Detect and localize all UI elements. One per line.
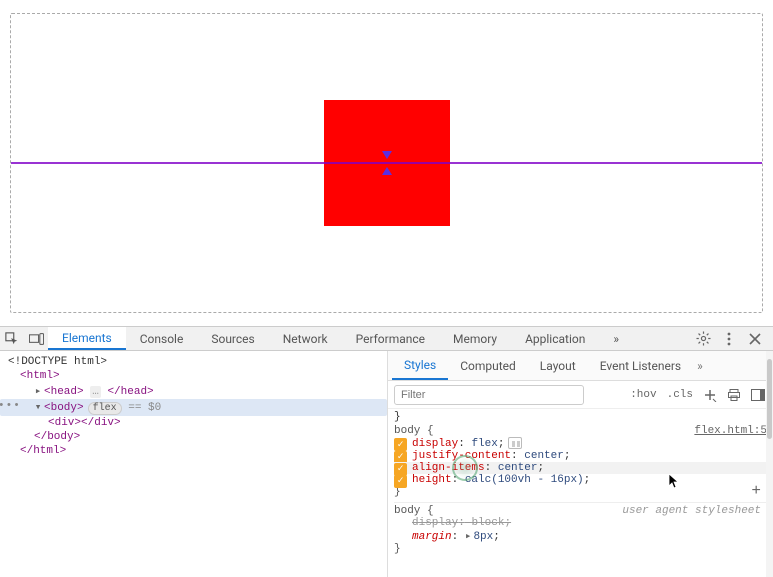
- settings-button[interactable]: [691, 327, 715, 351]
- kebab-menu-button[interactable]: [717, 327, 741, 351]
- tree-expand-head-icon[interactable]: ▸: [34, 384, 42, 398]
- tab-network[interactable]: Network: [269, 327, 342, 350]
- print-icon: [727, 388, 741, 402]
- flex-axis-overlay: [11, 162, 762, 164]
- inspect-icon: [5, 332, 19, 346]
- flex-align-arrow-down-icon: [382, 151, 392, 161]
- user-agent-label: user agent stylesheet: [622, 505, 761, 517]
- tab-application[interactable]: Application: [511, 327, 599, 350]
- close-icon: [749, 333, 761, 345]
- new-style-rule-button[interactable]: [701, 386, 719, 404]
- selected-node-indicator: == $0: [128, 402, 161, 414]
- devtools-main-tabbar: Elements Console Sources Network Perform…: [0, 326, 773, 351]
- prop-margin-ua: margin: ▸8px;: [394, 529, 767, 543]
- tree-html-close[interactable]: </html>: [0, 444, 387, 458]
- device-toolbar-button[interactable]: [24, 327, 48, 351]
- tab-elements[interactable]: Elements: [48, 327, 126, 350]
- close-devtools-button[interactable]: [743, 327, 767, 351]
- styles-filter-input[interactable]: [394, 385, 584, 405]
- elements-subtabs: Styles Computed Layout Event Listeners »: [388, 351, 773, 381]
- lower-split: <!DOCTYPE html> <html> ▸<head> … </head>…: [0, 351, 773, 577]
- subtab-computed[interactable]: Computed: [448, 351, 528, 380]
- subtab-event-listeners[interactable]: Event Listeners: [588, 351, 693, 380]
- scrollbar-thumb[interactable]: [767, 359, 772, 439]
- inspect-element-button[interactable]: [0, 327, 24, 351]
- add-property-button[interactable]: +: [751, 482, 761, 500]
- prop-align-items[interactable]: ✓align-items: center;: [394, 462, 767, 474]
- prop-height[interactable]: ✓height: calc(100vh - 16px);: [394, 474, 767, 486]
- subtab-more-chevron[interactable]: »: [693, 359, 707, 373]
- toggle-cls-button[interactable]: .cls: [665, 389, 695, 401]
- dom-tree[interactable]: <!DOCTYPE html> <html> ▸<head> … </head>…: [0, 351, 388, 577]
- tree-div[interactable]: <div></div>: [0, 416, 387, 430]
- main-tabs: Elements Console Sources Network Perform…: [48, 327, 633, 350]
- prop-display[interactable]: ✓display: flex;: [394, 437, 767, 450]
- tree-expand-body-icon[interactable]: ▾: [34, 400, 42, 414]
- styles-rules: } body { flex.html:5 ✓display: flex; ✓ju…: [388, 409, 773, 577]
- flex-badge[interactable]: flex: [88, 402, 122, 415]
- toggle-sidebar-button[interactable]: [749, 386, 767, 404]
- prop-display-ua: display: block;: [394, 517, 767, 529]
- tab-sources[interactable]: Sources: [197, 327, 268, 350]
- shorthand-expand-icon[interactable]: ▸: [465, 531, 472, 543]
- kebab-icon: [727, 332, 731, 346]
- subtab-styles[interactable]: Styles: [392, 351, 448, 380]
- prop-justify-content[interactable]: ✓justify-content: center;: [394, 450, 767, 462]
- gear-icon: [696, 331, 711, 346]
- rule-selector: body: [394, 505, 420, 517]
- selection-dots-icon: •••: [0, 400, 21, 412]
- tab-memory[interactable]: Memory: [439, 327, 511, 350]
- tree-body-selected[interactable]: ••• ▾<body>flex == $0: [0, 399, 387, 416]
- tree-head[interactable]: ▸<head> … </head>: [0, 383, 387, 399]
- toggle-hov-button[interactable]: :hov: [628, 389, 658, 401]
- rule-body-author[interactable]: body { flex.html:5 ✓display: flex; ✓just…: [394, 425, 767, 498]
- prev-rule-close: }: [394, 411, 767, 423]
- flex-align-arrow-up-icon: [382, 165, 392, 175]
- tab-more-chevron[interactable]: »: [599, 327, 633, 350]
- rule-body-ua: user agent stylesheet body { display: bl…: [394, 505, 767, 555]
- tree-doctype[interactable]: <!DOCTYPE html>: [0, 355, 387, 369]
- subtab-layout[interactable]: Layout: [528, 351, 588, 380]
- vertical-scrollbar[interactable]: [766, 351, 773, 577]
- print-media-button[interactable]: [725, 386, 743, 404]
- styles-filter-bar: :hov .cls: [388, 381, 773, 409]
- plus-icon: [703, 388, 717, 402]
- prop-checkbox[interactable]: ✓: [394, 475, 407, 488]
- tab-console[interactable]: Console: [126, 327, 198, 350]
- tab-performance[interactable]: Performance: [342, 327, 439, 350]
- source-link[interactable]: flex.html:5: [694, 425, 767, 437]
- rule-selector[interactable]: body: [394, 425, 420, 437]
- tree-html-open[interactable]: <html>: [0, 369, 387, 383]
- styles-pane: Styles Computed Layout Event Listeners »…: [388, 351, 773, 577]
- page-preview: [10, 13, 763, 313]
- tree-body-close[interactable]: </body>: [0, 430, 387, 444]
- flex-editor-swatch-icon[interactable]: [508, 437, 522, 449]
- sidebar-icon: [751, 389, 765, 401]
- device-icon: [29, 332, 44, 346]
- tree-collapsed-indicator: …: [90, 386, 101, 398]
